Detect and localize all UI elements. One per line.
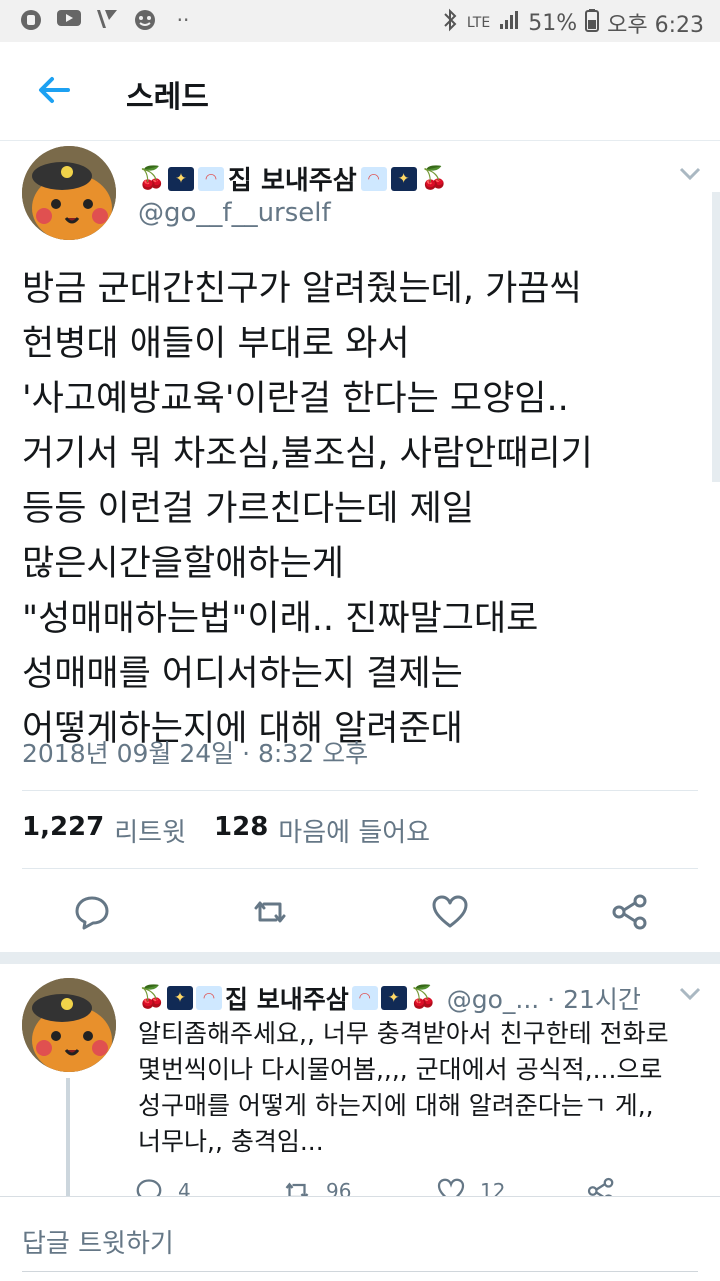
- tweet-timestamp: 2018년 09월 24일 · 8:32 오후: [22, 739, 369, 768]
- avatar[interactable]: [22, 146, 116, 240]
- cherry-icon: 🍒: [138, 985, 166, 1010]
- more-dots-icon: ··: [176, 8, 190, 32]
- page-title: 스레드: [126, 80, 209, 115]
- thread-line: [66, 1078, 70, 1196]
- rainbow-icon: ◠: [360, 166, 387, 191]
- retweet-icon[interactable]: [250, 892, 290, 932]
- night-sky-icon: ✦: [390, 166, 417, 191]
- divider: [22, 790, 698, 791]
- cherry-icon: 🍒: [409, 985, 438, 1010]
- rainbow-icon: ◠: [351, 986, 378, 1010]
- night-sky-icon: ✦: [167, 986, 193, 1010]
- tweet-actions: [0, 880, 720, 950]
- retweet-count[interactable]: 1,227: [22, 812, 104, 849]
- battery-percent: 51%: [528, 10, 578, 36]
- compose-underline: [22, 1271, 698, 1272]
- like-label[interactable]: 마음에 들어요: [278, 812, 430, 849]
- clock: 오후 6:23: [607, 13, 704, 38]
- like-count[interactable]: 128: [214, 812, 268, 849]
- rainbow-icon: ◠: [198, 166, 224, 191]
- scrollbar[interactable]: [712, 192, 720, 482]
- like-heart-icon[interactable]: [430, 892, 470, 932]
- cherry-icon: 🍒: [138, 165, 166, 191]
- reply-handle-time: @go_... · 21시간: [446, 985, 641, 1014]
- display-name-row[interactable]: 🍒 ✦ ◠ 집 보내주삼 ◠ ✦ 🍒: [138, 160, 449, 197]
- section-separator: [0, 952, 720, 964]
- reply-compose-bar[interactable]: 답글 트윗하기: [0, 1196, 720, 1281]
- status-bar: ·· LTE 51% 오후 6:23: [0, 0, 720, 42]
- battery-icon: [585, 8, 600, 38]
- youtube-icon: [56, 8, 82, 32]
- face-icon: [132, 8, 158, 32]
- reply-compose-input[interactable]: 답글 트윗하기: [22, 1223, 174, 1260]
- share-icon[interactable]: [610, 892, 650, 932]
- night-sky-icon: ✦: [380, 986, 407, 1010]
- reply-icon[interactable]: [72, 892, 112, 932]
- chevron-down-icon[interactable]: [678, 166, 702, 182]
- user-handle[interactable]: @go__f__urself: [138, 198, 331, 228]
- retweet-label[interactable]: 리트윗: [114, 812, 186, 849]
- chevron-down-icon[interactable]: [678, 986, 702, 1002]
- signal-icon: [498, 9, 520, 37]
- display-name: 집 보내주삼: [228, 166, 357, 196]
- app-icon: [18, 8, 44, 32]
- bluetooth-icon: [441, 8, 459, 38]
- v-icon: [94, 8, 120, 32]
- avatar[interactable]: [22, 978, 116, 1072]
- reply-text: 알티좀해주세요,, 너무 충격받아서 친구한테 전화로 몇번씩이나 다시물어봄,…: [138, 1019, 669, 1156]
- network-label: LTE: [466, 15, 491, 31]
- reply-display-name: 집 보내주삼: [225, 985, 349, 1014]
- cherry-icon: 🍒: [420, 165, 449, 191]
- divider: [22, 868, 698, 869]
- tweet-text: 방금 군대간친구가 알려줬는데, 가끔씩 헌병대 애들이 부대로 와서 '사고예…: [22, 269, 593, 749]
- rainbow-icon: ◠: [196, 986, 222, 1010]
- tweet-stats: 1,227 리트윗 128 마음에 들어요: [22, 812, 430, 849]
- reply-header[interactable]: 🍒 ✦ ◠ 집 보내주삼 ◠ ✦ 🍒 @go_... · 21시간: [138, 980, 641, 1016]
- night-sky-icon: ✦: [168, 166, 194, 191]
- top-app-bar: 스레드: [0, 42, 720, 141]
- back-arrow-icon[interactable]: [34, 70, 74, 110]
